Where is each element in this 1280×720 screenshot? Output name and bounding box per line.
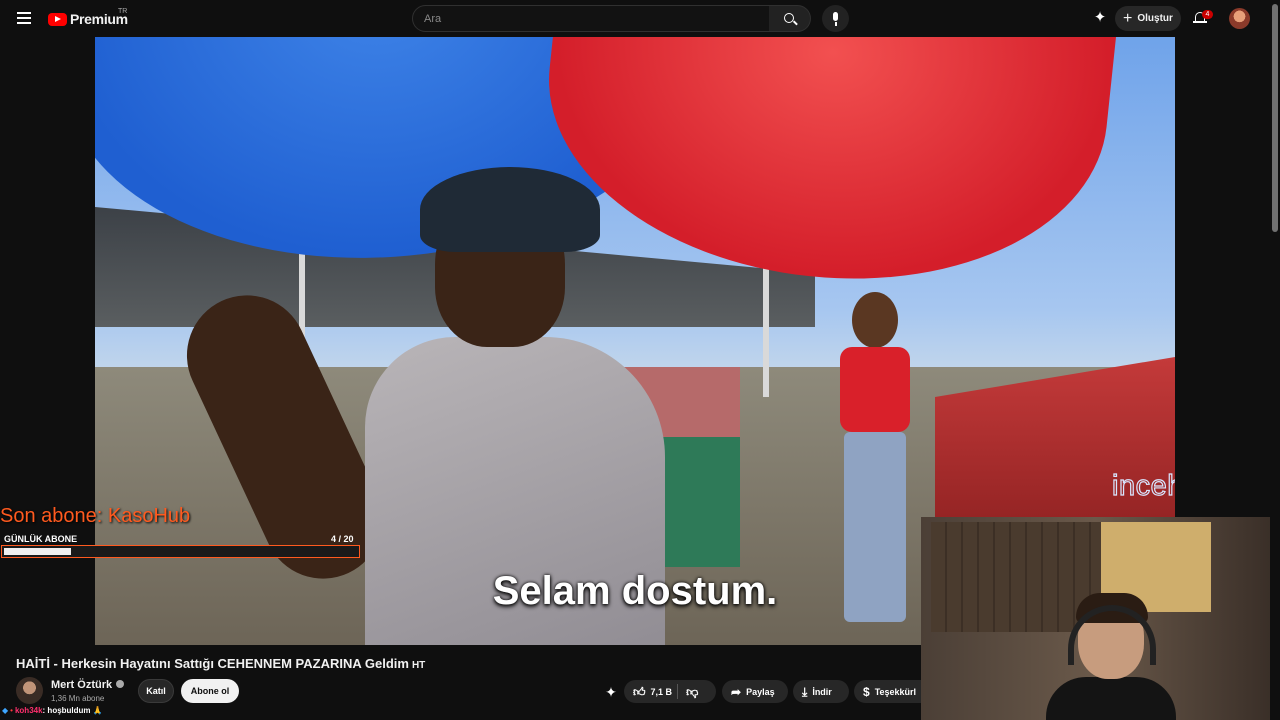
download-label: İndir: [812, 686, 832, 697]
search-box[interactable]: [412, 5, 770, 32]
notification-badge: 4: [1202, 10, 1213, 19]
search-button[interactable]: [769, 5, 811, 32]
thanks-label: Teşekkürl: [874, 686, 917, 697]
menu-icon[interactable]: [14, 9, 34, 29]
streamer-figure: [1046, 587, 1176, 720]
country-code: TR: [118, 8, 128, 15]
verified-icon: [116, 680, 125, 688]
mic-icon: [833, 12, 838, 21]
last-subscriber-text: Son abone: KasoHub: [0, 505, 191, 527]
voice-search-button[interactable]: [822, 5, 849, 32]
title-tag: HT: [411, 660, 426, 671]
create-button[interactable]: + Oluştur: [1115, 6, 1181, 31]
join-button[interactable]: Katıl: [138, 679, 174, 703]
create-label: Oluştur: [1137, 13, 1173, 24]
chat-emoji: 🙏: [92, 706, 103, 715]
sparkle-icon[interactable]: ✦: [603, 684, 619, 700]
dislike-icon[interactable]: 👎︎: [686, 686, 698, 698]
like-dislike-group: 👍︎ 7,1 B 👎︎: [624, 680, 716, 703]
sponsor-watermark: incehesap: [1111, 469, 1175, 502]
sparkle-icon[interactable]: ✦: [1092, 10, 1108, 26]
chat-badge-icon: ◆: [2, 706, 9, 715]
youtube-logo[interactable]: Premium TR: [48, 8, 128, 28]
subscribe-button[interactable]: Abone ol: [181, 679, 239, 703]
share-icon: ➦: [731, 684, 742, 699]
chat-text: : hoşbuldum: [42, 706, 91, 715]
goal-progress-bar: [1, 545, 360, 558]
chat-user: koh34k: [14, 706, 43, 715]
subscriber-count: 1,36 Mn abone: [51, 694, 105, 703]
goal-label: GÜNLÜK ABONE: [4, 534, 78, 544]
channel-avatar[interactable]: [16, 677, 43, 704]
thanks-icon: $: [863, 684, 870, 699]
search-icon: [784, 13, 794, 23]
share-label: Paylaş: [746, 686, 775, 697]
like-icon[interactable]: 👍︎: [633, 686, 646, 698]
channel-name[interactable]: Mert Öztürk: [51, 679, 125, 691]
goal-count: 4 / 20: [331, 534, 354, 544]
search-input[interactable]: [413, 6, 769, 31]
video-title: HAİTİ - Herkesin Hayatını Sattığı CEHENN…: [16, 656, 426, 671]
youtube-logo-icon: [48, 12, 67, 26]
like-count[interactable]: 7,1 B: [651, 687, 673, 697]
chat-message: ◆ • koh34k: hoşbuldum 🙏: [2, 706, 103, 715]
download-icon: ⤓: [802, 684, 808, 699]
scrollbar-thumb[interactable]: [1272, 4, 1278, 232]
webcam-feed: [921, 517, 1270, 720]
share-button[interactable]: ➦ Paylaş: [722, 680, 788, 703]
goal-progress-fill: [2, 546, 74, 557]
plus-icon: +: [1123, 9, 1133, 27]
download-button[interactable]: ⤓ İndir: [793, 680, 849, 703]
account-avatar[interactable]: [1229, 8, 1250, 29]
thanks-button[interactable]: $ Teşekkürl: [854, 680, 921, 703]
